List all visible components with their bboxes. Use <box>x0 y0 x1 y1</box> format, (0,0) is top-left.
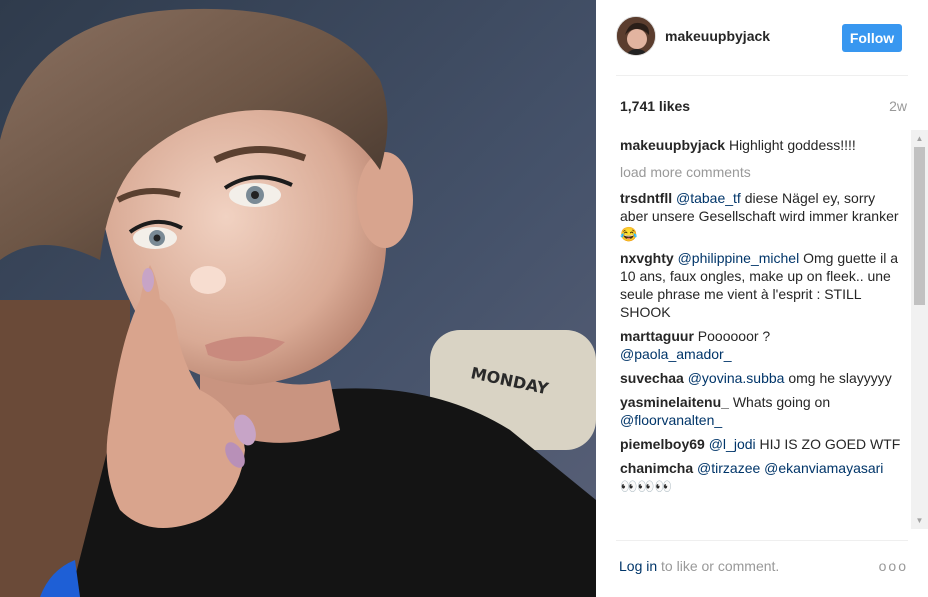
comment-item: yasminelaitenu_ Whats going on @floorvan… <box>620 393 904 429</box>
caption-username[interactable]: makeuupbyjack <box>620 137 725 153</box>
comment-username[interactable]: chanimcha <box>620 460 693 476</box>
comment-text: Poooooor ? <box>693 328 771 344</box>
comment-text: omg he slayyyyy <box>784 370 892 386</box>
comment-mention[interactable]: @yovina.subba <box>688 370 785 386</box>
caption: makeuupbyjack Highlight goddess!!!! <box>620 136 904 154</box>
login-link[interactable]: Log in <box>619 558 657 574</box>
comment-username[interactable]: piemelboy69 <box>620 436 705 452</box>
login-prompt: Log in to like or comment. <box>616 558 779 574</box>
post-photo[interactable]: MONDAY <box>0 0 596 597</box>
avatar-image <box>617 17 655 55</box>
comment-mention[interactable]: @floorvanalten_ <box>620 412 722 428</box>
comment-item: marttaguur Poooooor ? @paola_amador_ <box>620 327 904 363</box>
comment-mention[interactable]: @l_jodi <box>709 436 756 452</box>
comment-mention[interactable]: @tirzazee @ekanviamayasari <box>697 460 883 476</box>
post-photo-image: MONDAY <box>0 0 596 597</box>
more-options-icon[interactable]: ooo <box>879 558 908 574</box>
comment-item: piemelboy69 @l_jodi HIJ IS ZO GOED WTF <box>620 435 904 453</box>
comment-text: HIJ IS ZO GOED WTF <box>755 436 901 452</box>
comment-username[interactable]: marttaguur <box>620 328 694 344</box>
likes-row: 1,741 likes 2w <box>620 98 907 114</box>
post-header: makeuupbyjack Follow <box>616 16 908 76</box>
scrollbar-thumb[interactable] <box>914 147 925 305</box>
scroll-down-icon[interactable]: ▼ <box>911 512 928 529</box>
comment-item: trsdntfll @tabae_tf diese Nägel ey, sorr… <box>620 189 904 243</box>
post-side-panel: makeuupbyjack Follow 1,741 likes 2w make… <box>596 0 928 597</box>
post-username[interactable]: makeuupbyjack <box>665 28 770 44</box>
comment-username[interactable]: nxvghty <box>620 250 674 266</box>
comments-list[interactable]: makeuupbyjack Highlight goddess!!!! load… <box>620 136 904 528</box>
post-footer: Log in to like or comment. ooo <box>616 540 908 590</box>
likes-count[interactable]: 1,741 likes <box>620 98 690 114</box>
comment-text: Whats going on <box>728 394 831 410</box>
comment-item: nxvghty @philippine_michel Omg guette il… <box>620 249 904 321</box>
scroll-up-icon[interactable]: ▲ <box>911 130 928 147</box>
comments-scrollbar[interactable]: ▲ ▼ <box>911 130 928 529</box>
comment-mention[interactable]: @paola_amador_ <box>620 346 732 362</box>
comment-mention[interactable]: @philippine_michel <box>678 250 800 266</box>
caption-text: Highlight goddess!!!! <box>725 137 856 153</box>
follow-button[interactable]: Follow <box>842 24 902 52</box>
avatar[interactable] <box>616 16 656 56</box>
load-more-comments-link[interactable]: load more comments <box>620 163 904 181</box>
comment-text: 👀👀👀 <box>620 478 673 494</box>
comment-mention[interactable]: @tabae_tf <box>676 190 741 206</box>
comment-item: suvechaa @yovina.subba omg he slayyyyy <box>620 369 904 387</box>
login-prompt-text: to like or comment. <box>657 557 780 574</box>
comment-username[interactable]: suvechaa <box>620 370 684 386</box>
post-age[interactable]: 2w <box>889 98 907 114</box>
comment-item: chanimcha @tirzazee @ekanviamayasari 👀👀👀 <box>620 459 904 495</box>
instagram-post-window: MONDAY makeuupbyjack Follow 1,741 likes … <box>0 0 928 597</box>
comment-username[interactable]: trsdntfll <box>620 190 672 206</box>
comment-username[interactable]: yasminelaitenu_ <box>620 394 729 410</box>
